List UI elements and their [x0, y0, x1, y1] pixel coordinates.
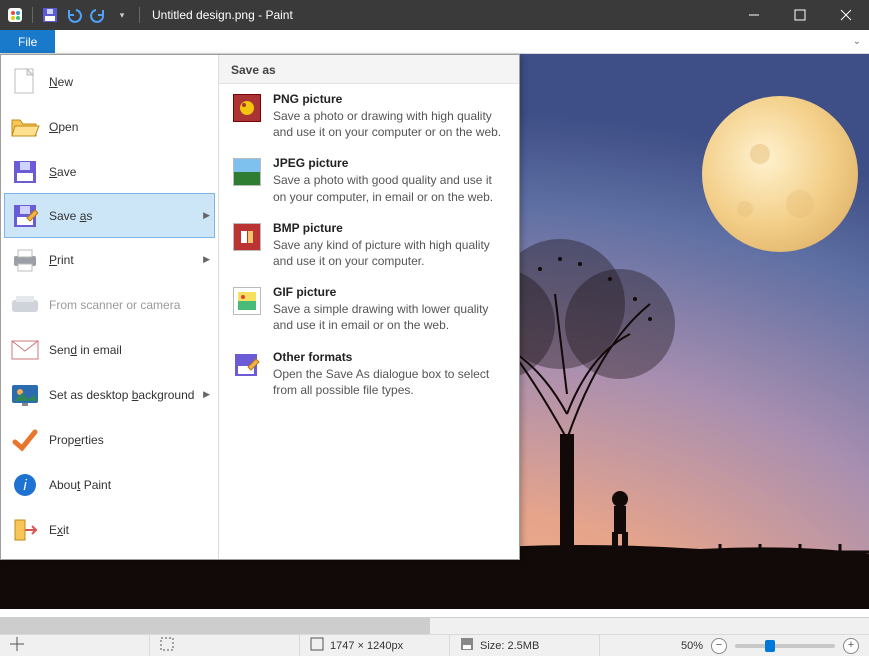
scanner-icon — [9, 289, 41, 321]
zoom-out-button[interactable]: − — [711, 638, 727, 654]
disk-icon — [460, 637, 474, 654]
bmp-format-icon — [231, 221, 263, 253]
zoom-slider-thumb[interactable] — [765, 640, 775, 652]
zoom-in-button[interactable]: + — [843, 638, 859, 654]
file-menu-exit[interactable]: Exit — [1, 507, 218, 552]
save-as-other-formats[interactable]: Other formats Open the Save As dialogue … — [219, 342, 519, 406]
file-menu-desktop-background[interactable]: Set as desktop background ▶ — [1, 372, 218, 417]
horizontal-scrollbar[interactable] — [0, 617, 869, 634]
qat-customize-icon[interactable]: ▾ — [111, 4, 133, 26]
save-as-header: Save as — [219, 55, 519, 84]
png-format-icon — [231, 92, 263, 124]
status-filesize: Size: 2.5MB — [450, 635, 600, 656]
minimize-button[interactable] — [731, 0, 777, 30]
save-as-icon — [9, 200, 41, 232]
submenu-arrow-icon: ▶ — [203, 254, 210, 265]
qat-save-icon[interactable] — [39, 4, 61, 26]
email-icon — [9, 334, 41, 366]
save-as-gif[interactable]: GIF picture Save a simple drawing with l… — [219, 277, 519, 341]
file-menu-left-column: New Open Save Save as ▶ Print ▶ From sca… — [1, 55, 219, 559]
window-title: Untitled design.png - Paint — [152, 8, 293, 22]
file-tab[interactable]: File — [0, 30, 55, 53]
file-menu-properties[interactable]: Properties — [1, 417, 218, 462]
file-menu-open[interactable]: Open — [1, 104, 218, 149]
status-filesize-text: Size: 2.5MB — [480, 640, 539, 652]
status-bar: 1747 × 1240px Size: 2.5MB 50% − + — [0, 634, 869, 656]
file-menu-save-as[interactable]: Save as ▶ — [4, 193, 215, 238]
jpeg-format-icon — [231, 156, 263, 188]
file-menu-new[interactable]: New — [1, 59, 218, 104]
info-icon: i — [9, 469, 41, 501]
file-menu: New Open Save Save as ▶ Print ▶ From sca… — [0, 54, 520, 560]
submenu-arrow-icon: ▶ — [203, 210, 210, 221]
dimensions-icon — [310, 637, 324, 654]
file-menu-about[interactable]: i About Paint — [1, 462, 218, 507]
title-appname: Paint — [265, 8, 292, 22]
status-selection-size — [150, 635, 300, 656]
submenu-arrow-icon: ▶ — [203, 389, 210, 400]
status-dimensions-text: 1747 × 1240px — [330, 640, 403, 652]
status-cursor-position — [0, 635, 150, 656]
exit-icon — [9, 514, 41, 546]
new-file-icon — [9, 66, 41, 98]
file-menu-send-email[interactable]: Send in email — [1, 327, 218, 372]
maximize-button[interactable] — [777, 0, 823, 30]
zoom-slider[interactable] — [735, 644, 835, 648]
title-bar: ▾ Untitled design.png - Paint — [0, 0, 869, 30]
file-menu-save-as-submenu: Save as PNG picture Save a photo or draw… — [219, 55, 519, 559]
title-filename: Untitled design.png — [152, 8, 255, 22]
properties-checkmark-icon — [9, 424, 41, 456]
qat-redo-icon[interactable] — [87, 4, 109, 26]
file-menu-print[interactable]: Print ▶ — [1, 237, 218, 282]
file-menu-save[interactable]: Save — [1, 149, 218, 194]
cursor-position-icon — [10, 637, 24, 654]
printer-icon — [9, 244, 41, 276]
save-as-jpeg[interactable]: JPEG picture Save a photo with good qual… — [219, 148, 519, 212]
close-button[interactable] — [823, 0, 869, 30]
save-as-bmp[interactable]: BMP picture Save any kind of picture wit… — [219, 213, 519, 277]
save-as-png[interactable]: PNG picture Save a photo or drawing with… — [219, 84, 519, 148]
zoom-percent-label: 50% — [681, 640, 703, 652]
selection-size-icon — [160, 637, 174, 654]
desktop-background-icon — [9, 379, 41, 411]
scrollbar-thumb[interactable] — [0, 618, 430, 634]
open-folder-icon — [9, 111, 41, 143]
status-dimensions: 1747 × 1240px — [300, 635, 450, 656]
qat-undo-icon[interactable] — [63, 4, 85, 26]
gif-format-icon — [231, 285, 263, 317]
save-disk-icon — [9, 156, 41, 188]
ribbon-collapse-icon[interactable]: ⌄ — [845, 30, 869, 53]
other-formats-icon — [231, 350, 263, 382]
file-menu-scanner: From scanner or camera — [1, 282, 218, 327]
ribbon-tabs: File ⌄ — [0, 30, 869, 54]
status-zoom: 50% − + — [671, 638, 869, 654]
paint-app-icon — [4, 4, 26, 26]
